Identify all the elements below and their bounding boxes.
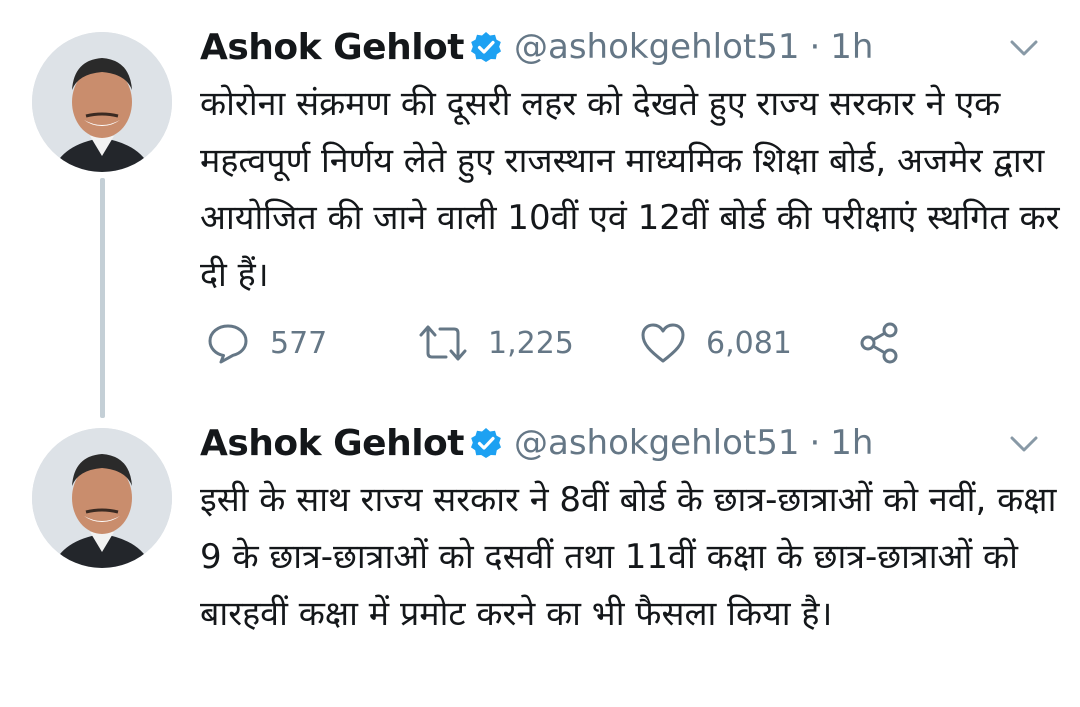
- tweet-actions: 577 1,225 6,081: [200, 318, 920, 368]
- author-handle[interactable]: @ashokgehlot51: [514, 423, 799, 463]
- separator-dot: ·: [809, 27, 821, 67]
- avatar[interactable]: [32, 32, 172, 172]
- tweet-text: कोरोना संक्रमण की दूसरी लहर को देखते हुए…: [200, 84, 1060, 295]
- tweet[interactable]: Ashok Gehlot @ashokgehlot51 · 1h इसी के …: [0, 420, 1080, 707]
- like-count: 6,081: [706, 325, 792, 361]
- author-name[interactable]: Ashok Gehlot: [200, 423, 465, 464]
- author-handle[interactable]: @ashokgehlot51: [514, 27, 799, 67]
- thread-connector-line: [100, 178, 105, 418]
- verified-badge-icon: [470, 31, 502, 63]
- share-button[interactable]: [858, 318, 902, 368]
- tweet-timestamp[interactable]: 1h: [830, 423, 873, 463]
- retweet-count: 1,225: [488, 325, 574, 361]
- verified-badge-icon: [470, 427, 502, 459]
- tweet-header: Ashok Gehlot @ashokgehlot51 · 1h: [200, 22, 1050, 72]
- reply-count: 577: [270, 325, 328, 361]
- avatar[interactable]: [32, 428, 172, 568]
- author-name[interactable]: Ashok Gehlot: [200, 27, 465, 68]
- reply-icon: [206, 321, 250, 365]
- share-icon: [858, 321, 902, 365]
- chevron-down-icon[interactable]: [1006, 30, 1042, 66]
- tweet-header: Ashok Gehlot @ashokgehlot51 · 1h: [200, 418, 1050, 468]
- tweet[interactable]: Ashok Gehlot @ashokgehlot51 · 1h कोरोना …: [0, 0, 1080, 420]
- reply-button[interactable]: 577: [206, 318, 327, 368]
- heart-icon: [640, 321, 686, 365]
- tweet-timestamp[interactable]: 1h: [830, 27, 873, 67]
- chevron-down-icon[interactable]: [1006, 426, 1042, 462]
- retweet-button[interactable]: 1,225: [418, 318, 574, 368]
- like-button[interactable]: 6,081: [640, 318, 792, 368]
- separator-dot: ·: [809, 423, 821, 463]
- tweet-text: इसी के साथ राज्य सरकार ने 8वीं बोर्ड के …: [200, 480, 1057, 634]
- retweet-icon: [418, 321, 468, 365]
